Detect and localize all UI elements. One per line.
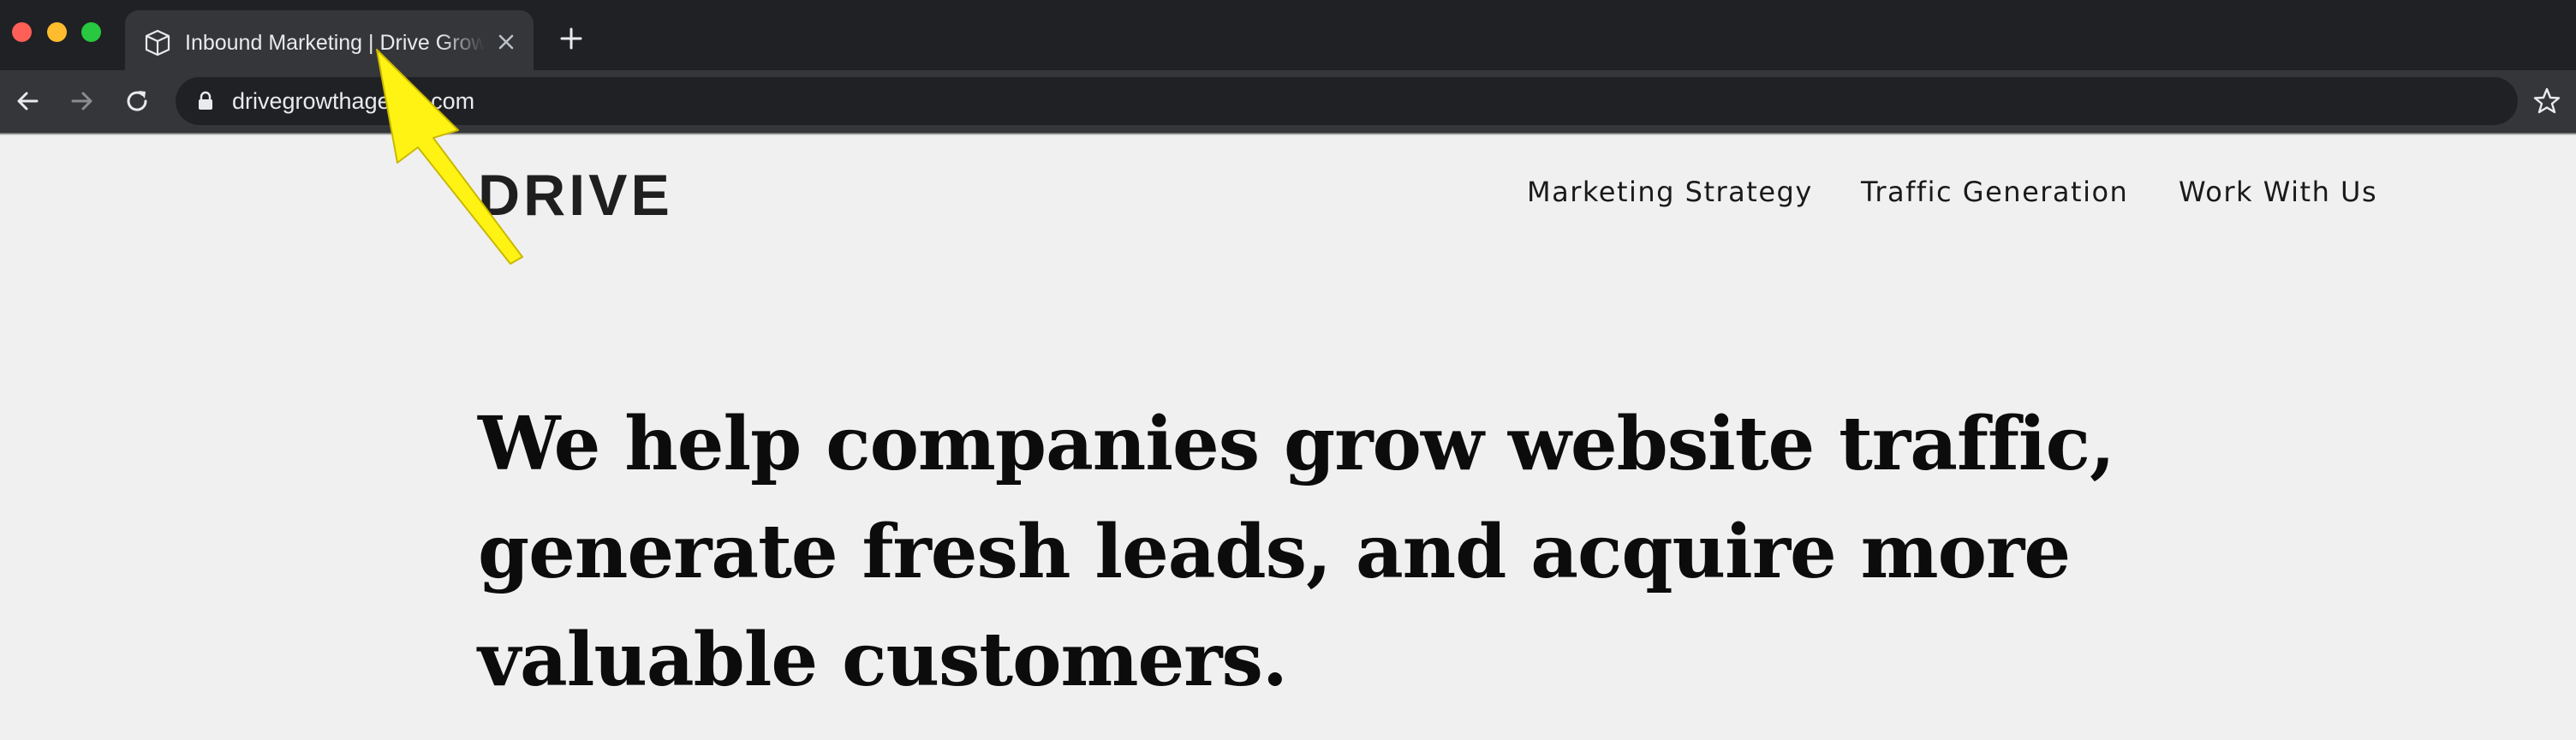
arrow-left-icon[interactable] xyxy=(12,86,43,116)
nav-link-traffic-generation[interactable]: Traffic Generation xyxy=(1861,171,2128,212)
nav-link-marketing-strategy[interactable]: Marketing Strategy xyxy=(1527,171,1813,212)
browser-tab[interactable]: Inbound Marketing | Drive Growth Agency xyxy=(125,10,534,70)
hero-line: valuable customers. xyxy=(478,617,1288,703)
close-icon[interactable] xyxy=(490,26,522,58)
url-text[interactable]: drivegrowthagency.com xyxy=(232,86,474,116)
address-bar[interactable]: drivegrowthagency.com xyxy=(176,77,2518,125)
tab-title: Inbound Marketing | Drive Growth Agency xyxy=(185,31,485,55)
hero-line: generate fresh leads, and acquire more xyxy=(478,509,2071,595)
window-close-button[interactable] xyxy=(12,22,32,42)
star-icon[interactable] xyxy=(2531,85,2563,117)
site-logo[interactable]: DRIVE xyxy=(478,161,673,230)
browser-tab-strip: Inbound Marketing | Drive Growth Agency xyxy=(0,0,2576,70)
toolbar-shadow xyxy=(0,132,2576,135)
hero-line: We help companies grow website traffic, xyxy=(478,401,2115,487)
reload-icon[interactable] xyxy=(122,86,152,116)
lock-icon[interactable] xyxy=(194,90,217,112)
window-maximize-button[interactable] xyxy=(81,22,101,42)
hero-heading: We help companies grow website traffic, … xyxy=(478,391,2191,714)
arrow-right-icon[interactable] xyxy=(67,86,98,116)
cube-icon xyxy=(145,29,170,57)
window-minimize-button[interactable] xyxy=(47,22,67,42)
nav-link-work-with-us[interactable]: Work With Us xyxy=(2179,171,2377,212)
browser-toolbar: drivegrowthagency.com xyxy=(0,70,2576,132)
plus-icon[interactable] xyxy=(555,22,587,55)
